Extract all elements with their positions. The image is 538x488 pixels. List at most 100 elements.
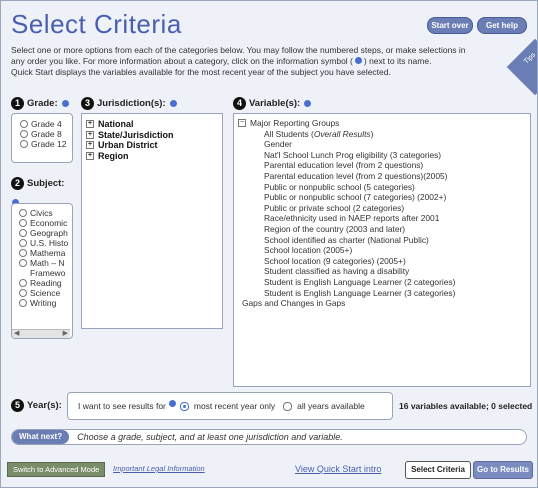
scroll-right-icon[interactable]: ▶ — [63, 329, 68, 337]
intro-line-2b: ) next to its name. — [363, 56, 432, 66]
jurisdiction-item-label: Urban District — [98, 140, 158, 150]
radio-icon[interactable] — [20, 120, 28, 128]
variable-item[interactable]: Parental education level (from 2 questio… — [264, 160, 530, 171]
radio-icon[interactable] — [19, 209, 27, 217]
variable-item[interactable]: Race/ethnicity used in NAEP reports afte… — [264, 213, 530, 224]
subject-option[interactable]: U.S. Histo — [19, 238, 72, 248]
years-label: Year(s): — [27, 400, 62, 411]
variable-item[interactable]: School location (2005+) — [264, 245, 530, 256]
variable-item[interactable]: Parental education level (from 2 questio… — [264, 171, 530, 182]
step-1-badge: 1 — [11, 97, 24, 110]
variable-item[interactable]: Student classified as having a disabilit… — [264, 266, 530, 277]
variable-item[interactable]: School identified as charter (National P… — [264, 235, 530, 246]
variable-item[interactable]: All Students (Overall Results) — [264, 129, 530, 140]
subject-hscrollbar[interactable]: ◀ ▶ — [12, 329, 70, 338]
radio-icon[interactable] — [19, 219, 27, 227]
subject-option-label: Civics — [30, 208, 53, 218]
subject-option[interactable]: Math – N — [19, 258, 72, 268]
grade-box: Grade 4 Grade 8 Grade 12 — [11, 113, 73, 163]
subject-option[interactable]: Geograph — [19, 228, 72, 238]
main-frame: Select Criteria Start over Get help Sele… — [0, 0, 538, 488]
jurisdiction-item[interactable]: + Region — [86, 151, 222, 162]
jurisdiction-heading: 3 Jurisdiction(s): — [81, 97, 177, 110]
variable-group[interactable]: − Major Reporting Groups — [238, 118, 530, 129]
jurisdiction-item[interactable]: + National — [86, 119, 222, 130]
get-help-button[interactable]: Get help — [477, 17, 527, 34]
subject-option[interactable]: Civics — [19, 208, 72, 218]
variable-item[interactable]: Public or private school (2 categories) — [264, 203, 530, 214]
variable-item[interactable]: Student is English Language Learner (2 c… — [264, 277, 530, 288]
subject-option[interactable]: Mathema — [19, 248, 72, 258]
variables-box: − Major Reporting Groups All Students (Ov… — [233, 113, 531, 387]
subject-box: Civics Economic Geograph U.S. Histo Math… — [11, 203, 73, 339]
years-prompt: I want to see results for — [78, 401, 166, 411]
expand-icon[interactable]: + — [86, 151, 94, 160]
grade-heading: 1 Grade: — [11, 97, 69, 110]
grade-option[interactable]: Grade 8 — [20, 129, 72, 139]
radio-icon[interactable] — [19, 229, 27, 237]
info-icon — [354, 57, 362, 64]
step-3-badge: 3 — [81, 97, 94, 110]
variable-item[interactable]: Region of the country (2003 and later) — [264, 224, 530, 235]
variable-item[interactable]: Student is English Language Learner (3 c… — [264, 288, 530, 299]
years-info-icon[interactable] — [168, 399, 176, 407]
radio-icon[interactable] — [19, 299, 27, 307]
jurisdiction-item-label: Region — [98, 150, 129, 161]
subject-option[interactable]: Science — [19, 288, 72, 298]
jurisdiction-info-icon[interactable] — [169, 100, 177, 107]
subject-option[interactable]: Writing — [19, 298, 72, 308]
radio-selected-icon[interactable] — [179, 401, 189, 411]
radio-icon[interactable] — [19, 259, 27, 267]
years-heading: 5 Year(s): — [11, 399, 62, 412]
intro-text: Select one or more options from each of … — [11, 45, 511, 78]
intro-line-1: Select one or more options from each of … — [11, 45, 466, 55]
grade-option[interactable]: Grade 4 — [20, 119, 72, 129]
grade-option-label: Grade 4 — [31, 119, 62, 129]
expand-icon[interactable]: + — [86, 120, 94, 129]
jurisdiction-box: + National + State/Jurisdiction + Urban Dis… — [81, 113, 223, 329]
start-over-button[interactable]: Start over — [427, 17, 473, 34]
go-to-results-button[interactable]: Go to Results — [473, 461, 533, 479]
variable-item[interactable]: School location (9 categories) (2005+) — [264, 256, 530, 267]
subject-option[interactable]: Economic — [19, 218, 72, 228]
radio-icon[interactable] — [20, 140, 28, 148]
radio-icon[interactable] — [19, 249, 27, 257]
subject-option-label: Reading — [30, 278, 62, 288]
step-2-badge: 2 — [11, 177, 24, 190]
tips-label: Tips — [522, 51, 538, 66]
legal-link[interactable]: Important Legal Information — [113, 464, 205, 473]
years-option-recent[interactable]: most recent year only — [194, 401, 275, 411]
variable-item[interactable]: Gender — [264, 139, 530, 150]
radio-icon[interactable] — [20, 130, 28, 138]
quick-start-link[interactable]: View Quick Start intro — [295, 464, 381, 474]
radio-icon[interactable] — [19, 279, 27, 287]
scroll-left-icon[interactable]: ◀ — [14, 329, 19, 337]
variable-item[interactable]: Public or nonpublic school (5 categories… — [264, 182, 530, 193]
variable-item[interactable]: Public or nonpublic school (7 categories… — [264, 192, 530, 203]
subject-option-label: Science — [30, 288, 61, 298]
intro-line-2: any order you like. For more information… — [11, 56, 511, 67]
what-next-text: Choose a grade, subject, and at least on… — [77, 432, 343, 442]
radio-icon[interactable] — [19, 239, 27, 247]
subject-heading: 2 Subject: — [11, 177, 64, 190]
what-next-button[interactable]: What next? — [12, 430, 70, 444]
advanced-mode-button[interactable]: Switch to Advanced Mode — [7, 462, 106, 477]
tips-tab[interactable]: Tips — [506, 38, 538, 96]
jurisdiction-item[interactable]: + Urban District — [86, 140, 222, 151]
radio-icon[interactable] — [19, 289, 27, 297]
radio-icon[interactable] — [283, 401, 293, 411]
subject-option-label: Math – N — [30, 258, 65, 268]
variables-info-icon[interactable] — [304, 100, 312, 107]
expand-icon[interactable]: + — [86, 130, 94, 139]
collapse-icon[interactable]: − — [238, 119, 246, 128]
what-next-bar: What next? Choose a grade, subject, and … — [11, 429, 527, 445]
subject-option[interactable]: Reading — [19, 278, 72, 288]
expand-icon[interactable]: + — [86, 141, 94, 150]
grade-option[interactable]: Grade 12 — [20, 139, 72, 149]
variable-footer-item[interactable]: Gaps and Changes in Gaps — [238, 298, 530, 309]
grade-info-icon[interactable] — [61, 100, 69, 107]
jurisdiction-item[interactable]: + State/Jurisdiction — [86, 130, 222, 141]
select-criteria-button[interactable]: Select Criteria — [405, 461, 471, 479]
variable-item[interactable]: Nat'l School Lunch Prog eligibility (3 c… — [264, 150, 530, 161]
years-option-all[interactable]: all years available — [297, 401, 365, 411]
